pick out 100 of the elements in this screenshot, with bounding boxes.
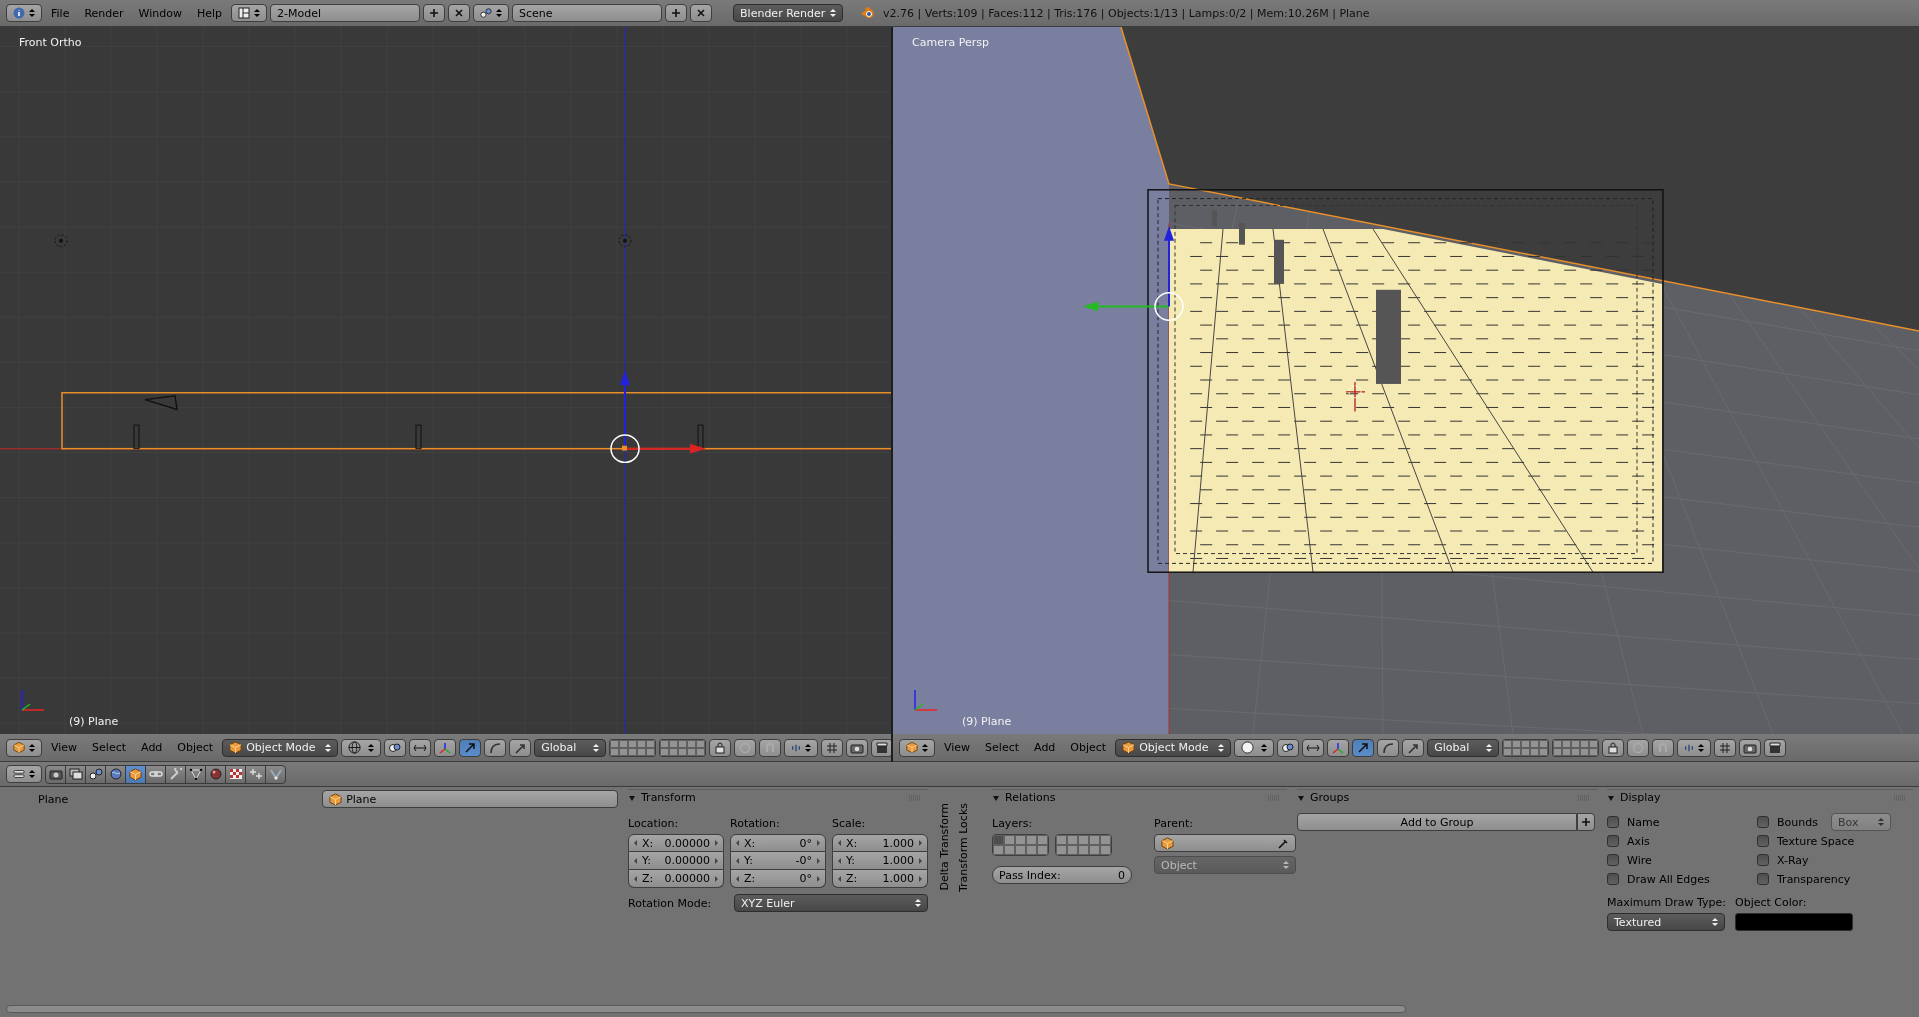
collapsed-panel-tab[interactable]: Transform Locks [957, 803, 970, 893]
properties-tab[interactable] [245, 764, 266, 784]
clapper-icon[interactable] [871, 738, 891, 757]
checkbox-option[interactable]: Bounds [1757, 813, 1827, 831]
layer-cell[interactable] [1056, 845, 1067, 855]
layer-grid[interactable] [659, 738, 707, 757]
caret-icon[interactable] [1297, 793, 1305, 802]
mode-dropdown[interactable]: Object Mode [222, 738, 339, 757]
properties-tab[interactable] [165, 764, 186, 784]
menu-item[interactable]: View [938, 741, 977, 754]
axes-icon[interactable] [434, 738, 457, 757]
number-field[interactable]: Y: -0° [730, 852, 826, 870]
layer-cell[interactable] [1089, 845, 1100, 855]
editor-type-dropdown[interactable] [899, 738, 935, 757]
menu-item[interactable]: Object [1064, 741, 1113, 754]
layer-cell[interactable] [1037, 845, 1048, 855]
object-name-field[interactable]: Plane [322, 790, 619, 808]
layer-cell[interactable] [1056, 835, 1067, 845]
checkbox-option[interactable]: Draw All Edges [1607, 870, 1747, 888]
axes-icon[interactable] [1327, 738, 1350, 757]
ring-icon[interactable] [1627, 738, 1650, 757]
properties-tab[interactable] [85, 764, 106, 784]
layer-cell[interactable] [1026, 845, 1037, 855]
menu-item[interactable]: Add [135, 741, 169, 754]
number-field[interactable]: Y: 1.000 [832, 852, 928, 870]
screen-layout-field[interactable]: 2-Model [270, 4, 421, 22]
arc-icon[interactable] [484, 738, 507, 757]
layer-cell[interactable] [1004, 845, 1015, 855]
layer-cell[interactable] [1078, 845, 1089, 855]
editor-type-dropdown[interactable] [6, 765, 42, 783]
scene-type-dropdown[interactable] [473, 4, 510, 22]
editor-type-dropdown[interactable] [6, 738, 42, 757]
magnet-icon[interactable] [1652, 738, 1675, 757]
shading-dropdown[interactable] [1234, 738, 1275, 757]
grid-icon[interactable] [821, 738, 844, 757]
close-icon[interactable] [690, 4, 713, 22]
layer-cell[interactable] [1089, 835, 1100, 845]
checkbox-option[interactable]: X-Ray [1757, 851, 1897, 869]
parent-field[interactable] [1154, 834, 1296, 852]
add-icon[interactable] [423, 4, 446, 22]
layer-grid[interactable] [609, 738, 657, 757]
close-icon[interactable] [448, 4, 471, 22]
layer-cell[interactable] [1100, 835, 1111, 845]
checkbox-option[interactable]: Axis [1607, 832, 1747, 850]
layer-cell[interactable] [1004, 835, 1015, 845]
rotation-mode-dropdown[interactable]: XYZ Euler [734, 894, 928, 912]
menu-item[interactable]: Select [979, 741, 1026, 754]
pivot-icon[interactable] [1277, 738, 1300, 757]
manipulator-toggle[interactable] [409, 738, 432, 757]
checkbox-option[interactable]: Texture Space [1757, 832, 1897, 850]
ring-icon[interactable] [734, 738, 757, 757]
panel-header[interactable]: Display [1607, 789, 1913, 805]
menu-item[interactable]: Object [171, 741, 220, 754]
editor-type-dropdown[interactable] [6, 4, 42, 22]
layer-cell[interactable] [1078, 835, 1089, 845]
number-field[interactable]: Z: 0.00000 [628, 870, 724, 888]
properties-tab[interactable] [125, 764, 146, 784]
menu-item[interactable]: View [45, 741, 84, 754]
scene-field[interactable]: Scene [512, 4, 663, 22]
collapsed-panel-tab[interactable]: Delta Transform [938, 803, 951, 891]
render-camera-icon[interactable] [1739, 738, 1762, 757]
eyedropper-icon[interactable] [1278, 837, 1289, 849]
manipulator-toggle[interactable] [1302, 738, 1325, 757]
layer-cell[interactable] [993, 845, 1004, 855]
draw-type-dropdown[interactable]: Textured [1607, 913, 1725, 931]
add-icon[interactable] [1577, 813, 1595, 831]
scrollbar-thumb[interactable] [6, 1005, 1406, 1013]
number-field[interactable]: X: 0.00000 [628, 834, 724, 852]
orientation-dropdown[interactable]: Global [534, 738, 607, 757]
layer-cell[interactable] [1067, 835, 1078, 845]
snap-dropdown[interactable] [1677, 738, 1712, 757]
layer-cell[interactable] [1037, 835, 1048, 845]
layer-cell[interactable] [993, 835, 1004, 845]
menu-item[interactable]: File [45, 6, 76, 20]
color-swatch[interactable] [1735, 913, 1853, 931]
add-icon[interactable] [665, 4, 688, 22]
caret-icon[interactable] [992, 793, 1000, 802]
pass-index-field[interactable]: Pass Index: 0 [992, 866, 1132, 884]
layer-grid[interactable] [1502, 738, 1550, 757]
panel-header[interactable]: Transform [628, 789, 928, 805]
snap-dropdown[interactable] [784, 738, 819, 757]
lock-icon[interactable] [1602, 738, 1625, 757]
layer-grid[interactable] [1552, 738, 1600, 757]
render-engine-dropdown[interactable]: Blender Render [733, 4, 844, 22]
layer-cell[interactable] [1026, 835, 1037, 845]
properties-tab[interactable] [225, 764, 246, 784]
mode-dropdown[interactable]: Object Mode [1115, 738, 1232, 757]
properties-tab[interactable] [145, 764, 166, 784]
number-field[interactable]: X: 1.000 [832, 834, 928, 852]
layer-cell[interactable] [1015, 835, 1026, 845]
checkbox-option[interactable]: Name [1607, 813, 1747, 831]
checkbox-option[interactable]: Transparency [1757, 870, 1897, 888]
lock-icon[interactable] [709, 738, 732, 757]
properties-tab[interactable] [185, 764, 206, 784]
number-field[interactable]: X: 0° [730, 834, 826, 852]
panel-header[interactable]: Groups [1297, 789, 1597, 805]
layer-cell[interactable] [1015, 845, 1026, 855]
properties-tab[interactable] [45, 764, 66, 784]
grid-icon[interactable] [1714, 738, 1737, 757]
orientation-dropdown[interactable]: Global [1427, 738, 1500, 757]
